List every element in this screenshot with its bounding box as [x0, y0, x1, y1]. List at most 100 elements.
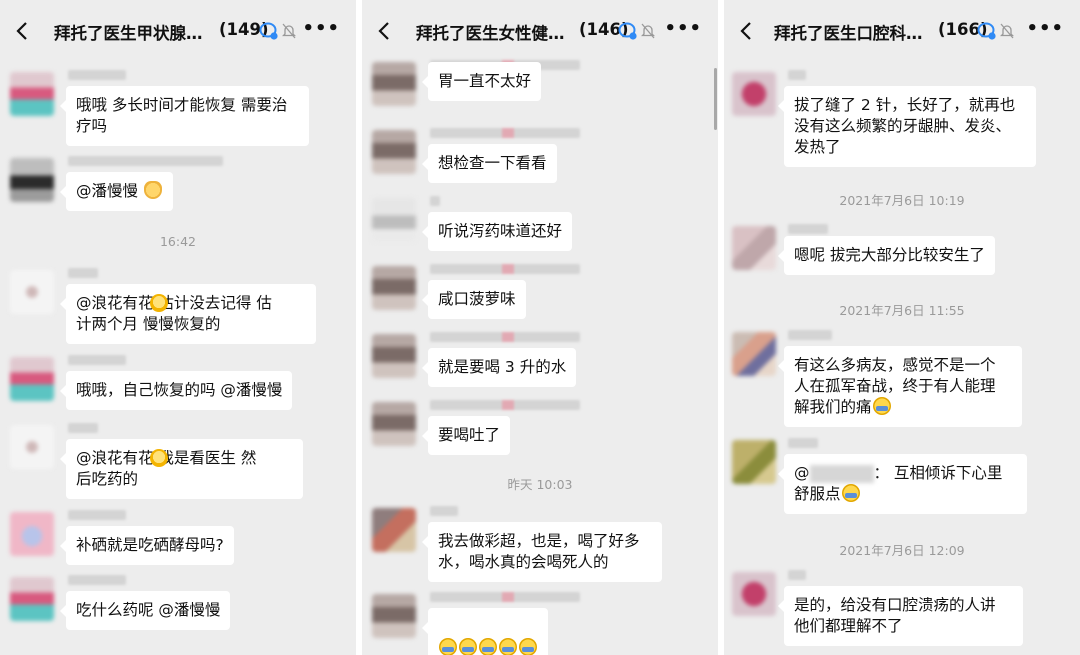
avatar[interactable]: [10, 72, 54, 116]
mention-at: @: [794, 464, 810, 482]
chat-title: 拜托了医生口腔科…: [774, 24, 923, 43]
sender-name: [68, 575, 126, 585]
avatar[interactable]: [732, 440, 776, 484]
message-bubble[interactable]: 我去做彩超，也是，喝了好多 水，喝水真的会喝死人的: [422, 522, 662, 582]
sunflower-emoji: [150, 449, 168, 467]
timestamp: 2021年7月6日 10:19: [839, 193, 965, 208]
group-chat-icon: [977, 22, 996, 40]
message-bubble[interactable]: 拔了缝了 2 针，长好了，就再也 没有这么频繁的牙龈肿、发炎、 发热了: [778, 86, 1036, 167]
header-status-icons: [977, 22, 1014, 40]
message-bubble[interactable]: 是的，给没有口腔溃疡的人讲 他们都理解不了: [778, 586, 1023, 646]
crying-face-emoji: [499, 638, 517, 655]
avatar[interactable]: [10, 357, 54, 401]
crying-face-emoji: [459, 638, 477, 655]
more-icon[interactable]: •••: [1026, 18, 1064, 39]
sender-name: [68, 268, 98, 278]
sunflower-emoji: [150, 294, 168, 312]
sender-name: [68, 423, 98, 433]
avatar[interactable]: [372, 198, 416, 242]
sender-name: [788, 70, 806, 80]
sender-name: [68, 156, 223, 166]
avatar[interactable]: [10, 425, 54, 469]
chat-panel-womens-health: 拜托了医生女性健… (146) ••• 胃一直不太好 想检查一下看看 听说泻药味…: [362, 0, 718, 655]
chat-header: 拜托了医生甲状腺… (149) •••: [0, 0, 356, 62]
avatar[interactable]: [10, 270, 54, 314]
chat-title: 拜托了医生女性健…: [416, 24, 565, 43]
avatar[interactable]: [732, 72, 776, 116]
mute-bell-icon: [1000, 23, 1014, 39]
crying-face-emoji: [872, 397, 891, 415]
group-chat-icon: [259, 22, 278, 40]
header-status-icons: [259, 22, 296, 40]
sender-name: [430, 332, 580, 342]
message-bubble[interactable]: @浪花有花 估计没去记得 估 计两个月 慢慢恢复的: [60, 284, 316, 344]
sender-name: [788, 438, 818, 448]
header-status-icons: [618, 22, 655, 40]
sender-name: [430, 592, 580, 602]
avatar[interactable]: [372, 402, 416, 446]
sender-name: [788, 224, 828, 234]
mute-bell-icon: [282, 23, 296, 39]
crying-face-emoji: [439, 638, 457, 655]
message-bubble[interactable]: [422, 608, 548, 655]
mute-bell-icon: [641, 23, 655, 39]
avatar[interactable]: [372, 594, 416, 638]
avatar[interactable]: [10, 577, 54, 621]
message-bubble[interactable]: 胃一直不太好: [421, 62, 542, 101]
chevron-left-icon[interactable]: [738, 20, 756, 42]
sender-name: [430, 506, 458, 516]
three-chat-screenshots: 拜托了医生甲状腺… (149) ••• 哦哦 多长时间才能恢复 需要治 疗吗 @…: [0, 0, 1080, 655]
laugh-cry-emoji: [841, 484, 860, 502]
message-bubble[interactable]: @潘慢慢: [60, 172, 173, 211]
message-bubble[interactable]: @浪花有花 我是看医生 然 后吃药的: [60, 439, 303, 499]
redacted-name: [809, 464, 874, 483]
avatar[interactable]: [10, 158, 54, 202]
message-text: @潘慢慢: [76, 182, 143, 200]
scrollbar[interactable]: [714, 68, 717, 130]
avatar[interactable]: [10, 512, 54, 556]
message-bubble[interactable]: 就是要喝 3 升的水: [421, 348, 577, 387]
timestamp: 2021年7月6日 12:09: [839, 543, 965, 558]
chat-header: 拜托了医生女性健… (146) •••: [362, 0, 718, 62]
message-bubble[interactable]: 吃什么药呢 @潘慢慢: [59, 591, 231, 630]
avatar[interactable]: [372, 62, 416, 106]
avatar[interactable]: [732, 572, 776, 616]
timestamp: 昨天 10:03: [507, 477, 573, 492]
avatar[interactable]: [732, 332, 776, 376]
sender-name: [430, 400, 580, 410]
message-bubble[interactable]: 哦哦，自己恢复的吗 @潘慢慢: [59, 371, 293, 410]
sender-name: [430, 264, 580, 274]
victory-hand-emoji: [143, 181, 162, 199]
message-text: 有这么多病友，感觉不是一个 人在孤军奋战，终于有人能理 解我们的痛: [794, 356, 996, 416]
sender-name: [68, 70, 126, 80]
chat-panel-oral: 拜托了医生口腔科… (166) ••• 拔了缝了 2 针，长好了，就再也 没有这…: [724, 0, 1080, 655]
message-bubble[interactable]: 哦哦 多长时间才能恢复 需要治 疗吗: [60, 86, 309, 146]
avatar[interactable]: [372, 508, 416, 552]
chat-header: 拜托了医生口腔科… (166) •••: [724, 0, 1080, 62]
chevron-left-icon[interactable]: [376, 20, 394, 42]
message-text: @浪花有花 估计没去记得 估 计两个月 慢慢恢复的: [76, 294, 272, 333]
avatar[interactable]: [372, 334, 416, 378]
more-icon[interactable]: •••: [664, 18, 702, 39]
avatar[interactable]: [732, 226, 776, 270]
sender-name: [788, 570, 806, 580]
avatar[interactable]: [372, 130, 416, 174]
avatar[interactable]: [372, 266, 416, 310]
message-bubble[interactable]: 听说泻药味道还好: [421, 212, 573, 251]
sender-name: [430, 128, 580, 138]
chat-panel-thyroid: 拜托了医生甲状腺… (149) ••• 哦哦 多长时间才能恢复 需要治 疗吗 @…: [0, 0, 356, 655]
message-bubble[interactable]: 补硒就是吃硒酵母吗?: [60, 526, 234, 565]
message-bubble[interactable]: 咸口菠萝味: [422, 280, 526, 319]
message-bubble[interactable]: 想检查一下看看: [422, 144, 557, 183]
timestamp: 2021年7月6日 11:55: [839, 303, 965, 318]
sender-name: [430, 196, 440, 206]
message-bubble[interactable]: 嗯呢 拔完大部分比较安生了: [778, 236, 995, 275]
message-bubble[interactable]: @： 互相倾诉下心里 舒服点: [778, 454, 1027, 514]
message-bubble[interactable]: 有这么多病友，感觉不是一个 人在孤军奋战，终于有人能理 解我们的痛: [778, 346, 1022, 427]
chevron-left-icon[interactable]: [14, 20, 32, 42]
crying-face-emoji: [519, 638, 537, 655]
chat-title: 拜托了医生甲状腺…: [54, 24, 203, 43]
timestamp: 16:42: [159, 234, 197, 249]
message-bubble[interactable]: 要喝吐了: [421, 416, 511, 455]
more-icon[interactable]: •••: [302, 18, 340, 39]
